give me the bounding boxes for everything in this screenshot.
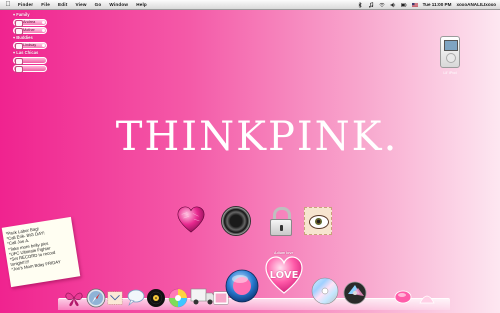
menu-edit[interactable]: Edit [58, 0, 67, 10]
buddy-list: ▾ Family Andrea Mother ▾ Buddies Lindsay… [11, 12, 51, 86]
flag-icon[interactable] [411, 2, 418, 8]
bluetooth-icon[interactable] [357, 1, 363, 8]
group-family[interactable]: ▾ Family [11, 12, 51, 18]
camera-lens-icon[interactable] [220, 205, 252, 239]
buddy-name: Mother [23, 28, 35, 32]
dock-icon-record[interactable] [146, 288, 166, 308]
padlock-icon[interactable] [264, 205, 296, 239]
status-dot [42, 21, 45, 24]
pink-orb-icon [394, 290, 412, 304]
group-buddies[interactable]: ▾ Buddies [11, 35, 51, 41]
ipod-icon [440, 36, 460, 68]
buddy-name: Lindsay [23, 43, 37, 47]
avatar [15, 66, 23, 73]
ipod-label: Lil' iPod [443, 71, 457, 75]
record-player-icon [147, 289, 165, 307]
love-heart-text: LOVE [269, 270, 299, 281]
cd-disc-icon [311, 277, 339, 305]
buddy-name: Andrea [23, 20, 36, 24]
wifi-icon[interactable] [379, 2, 385, 8]
menu-bar:  Finder File Edit View Go Window Help T… [0, 0, 500, 10]
menu-user[interactable]: xoxoANALILIxoxo [456, 0, 496, 10]
pink-shell-icon [419, 295, 435, 304]
dock-icon-dashboard[interactable] [224, 268, 260, 304]
dvd-disc-icon [343, 281, 367, 305]
dock-icon-shell[interactable] [418, 291, 436, 306]
dashboard-orb-icon [225, 269, 259, 303]
buddy-row[interactable]: Mother [13, 27, 47, 35]
eye-stamp-icon[interactable] [302, 205, 334, 239]
battery-icon[interactable] [400, 2, 407, 8]
ipod-desktop-icon[interactable]: Lil' iPod [438, 36, 462, 84]
music-note-icon[interactable] [368, 1, 374, 8]
menu-view[interactable]: View [75, 0, 86, 10]
chat-bubble-icon [127, 289, 145, 306]
buddy-row[interactable]: Andrea [13, 19, 47, 27]
avatar [15, 58, 23, 65]
volume-icon[interactable] [390, 2, 396, 8]
dock-icon-color[interactable] [168, 288, 188, 308]
mail-stamp-icon [107, 291, 123, 305]
status-dot [42, 44, 45, 47]
menu-file[interactable]: File [41, 0, 50, 10]
avatar [15, 20, 23, 27]
pink-heart-icon[interactable] [176, 205, 208, 239]
butterfly-icon [65, 292, 83, 307]
center-icon-row [176, 205, 336, 245]
menu-clock[interactable]: Tue 11:00 PM [423, 0, 452, 10]
menu-help[interactable]: Help [136, 0, 147, 10]
sticky-note[interactable]: *Pack Labor Bag! *Call Erik- BIG DAY! *C… [1, 216, 81, 288]
apple-logo-icon[interactable]:  [4, 0, 12, 10]
compass-safari-icon [86, 288, 106, 308]
dock-icon-mail[interactable] [106, 289, 124, 307]
dock-icon-dvd[interactable] [342, 280, 368, 306]
avatar [15, 43, 23, 50]
color-wheel-icon [168, 288, 188, 308]
dock-icon-pink-orb[interactable] [394, 289, 412, 305]
dock-icon-chat[interactable] [126, 287, 146, 307]
dock-icon-butterfly[interactable] [64, 288, 84, 308]
buddy-row[interactable] [13, 57, 47, 65]
buddy-row[interactable] [13, 65, 47, 73]
status-menus: Tue 11:00 PM xoxoANALILIxoxo [357, 0, 496, 10]
dock-icon-safari[interactable] [86, 288, 106, 308]
status-dot [42, 29, 45, 32]
thinkpink-wordmark: THINKPINK. [115, 114, 399, 160]
menu-window[interactable]: Window [109, 0, 128, 10]
avatar [15, 28, 23, 35]
menu-go[interactable]: Go [95, 0, 102, 10]
group-las-chicas[interactable]: ▾ Las Chicas [11, 50, 51, 56]
buddy-row[interactable]: Lindsay [13, 42, 47, 50]
menu-finder[interactable]: Finder [18, 0, 33, 10]
dock-icon-cd[interactable] [310, 276, 340, 306]
